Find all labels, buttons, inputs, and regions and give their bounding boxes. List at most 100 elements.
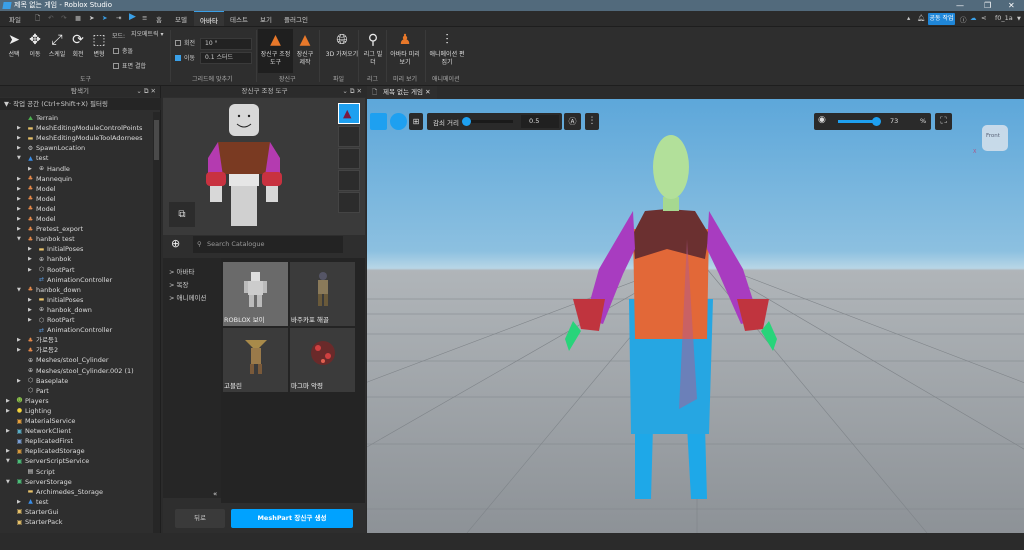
redo-icon[interactable]: ↷ bbox=[61, 14, 66, 22]
tree-item[interactable]: ▼ ▣ ServerScriptService bbox=[0, 456, 152, 466]
mode-dropdown[interactable]: 지오메트릭 ▾ bbox=[127, 30, 169, 42]
expand-arrow-icon[interactable]: ▶ bbox=[28, 265, 34, 275]
play-options-icon[interactable]: ≡ bbox=[142, 14, 147, 22]
new-file-icon[interactable]: 🗋 bbox=[35, 14, 40, 25]
tab-view[interactable]: 보기 bbox=[260, 14, 272, 24]
tree-item[interactable]: ⛰ Terrain bbox=[0, 113, 152, 123]
menu-file[interactable]: 파일 bbox=[9, 14, 21, 24]
undo-icon[interactable]: ↶ bbox=[48, 14, 53, 22]
tab-model[interactable]: 모델 bbox=[175, 14, 187, 24]
fullscreen-icon[interactable]: ⛶ bbox=[935, 113, 952, 130]
help-icon[interactable]: ⓘ bbox=[960, 14, 967, 24]
collapse-sidebar-button[interactable]: « bbox=[213, 490, 217, 498]
avatar-preview-button[interactable]: ♟ 아바타 미리 보기 bbox=[388, 32, 422, 67]
accessory-slot[interactable] bbox=[338, 192, 360, 213]
tree-item[interactable]: ▤ Script bbox=[0, 467, 152, 477]
create-accessory-button[interactable]: ▲ 장신구 제작 bbox=[295, 32, 315, 67]
tree-item[interactable]: ▶ ▣ ReplicatedStorage bbox=[0, 446, 152, 456]
category-clothing[interactable]: > 복장 bbox=[169, 279, 188, 289]
add-icon[interactable]: ⊕ bbox=[171, 237, 180, 250]
expand-arrow-icon[interactable]: ▶ bbox=[28, 254, 34, 264]
collapse-arrow-icon[interactable]: ▼ bbox=[17, 285, 23, 295]
transform-tool[interactable]: ⬚ 변형 bbox=[89, 32, 109, 59]
tree-item[interactable]: ▶ ⊕ hanbok bbox=[0, 254, 152, 264]
tab-plugins[interactable]: 플러그인 bbox=[284, 14, 308, 24]
expand-arrow-icon[interactable]: ▶ bbox=[17, 194, 23, 204]
accessory-slot-selected[interactable]: ▲ bbox=[338, 103, 360, 124]
collision-checkbox[interactable]: 충돌 bbox=[113, 48, 133, 56]
move-tool[interactable]: ✥ 이동 bbox=[25, 32, 45, 59]
accessory-slot[interactable] bbox=[338, 148, 360, 169]
tree-item[interactable]: ▣ MaterialService bbox=[0, 416, 152, 426]
tree-item[interactable]: ▶ ♣ Pretest_export bbox=[0, 224, 152, 234]
share-icon[interactable]: ⋖ bbox=[981, 14, 986, 22]
tab-avatar[interactable]: 아바타 bbox=[194, 11, 224, 26]
expand-arrow-icon[interactable]: ▶ bbox=[17, 497, 23, 507]
avatar-preview[interactable]: ▲ ⧉ bbox=[163, 98, 365, 235]
surface-join-checkbox[interactable]: 표면 결합 bbox=[113, 63, 146, 71]
expand-arrow-icon[interactable]: ▶ bbox=[6, 406, 12, 416]
menu-home[interactable]: 홈 bbox=[156, 14, 162, 24]
panel-controls-icon[interactable]: ⌄ ⧉ ✕ bbox=[136, 86, 156, 97]
tree-item[interactable]: ⊕ Meshes/stool_Cylinder.002 (1) bbox=[0, 366, 152, 376]
rig-builder-button[interactable]: ⚲ 리그 빌더 bbox=[362, 32, 384, 67]
tab-untitled-game[interactable]: 🗋 제목 없는 게임 ✕ bbox=[367, 86, 437, 99]
expand-arrow-icon[interactable]: ▶ bbox=[6, 446, 12, 456]
opacity-input[interactable]: 73 bbox=[890, 117, 898, 125]
scale-tool[interactable]: ⤢ 스케일 bbox=[45, 32, 69, 59]
rotate-snap-input[interactable]: 10 ° bbox=[200, 38, 252, 50]
tree-item[interactable]: ▶ ♣ Model bbox=[0, 184, 152, 194]
collapse-arrow-icon[interactable]: ▼ bbox=[6, 477, 12, 487]
close-tab-icon[interactable]: ✕ bbox=[425, 88, 430, 96]
accessory-slot[interactable] bbox=[338, 126, 360, 147]
move-snap-checkbox[interactable]: 이동 bbox=[175, 55, 195, 63]
tree-item[interactable]: ▶ ♣ Mannequin bbox=[0, 174, 152, 184]
expand-arrow-icon[interactable]: ▶ bbox=[17, 184, 23, 194]
stop-icon[interactable]: ■ bbox=[75, 14, 81, 22]
tree-item[interactable]: ▶ ▬ InitialPoses bbox=[0, 295, 152, 305]
close-button[interactable]: ✕ bbox=[1008, 0, 1015, 11]
category-avatar[interactable]: > 아바타 bbox=[169, 266, 194, 276]
tree-item[interactable]: ▶ ⬡ RootPart bbox=[0, 265, 152, 275]
tree-item[interactable]: ▶ ⚙ SpawnLocation bbox=[0, 143, 152, 153]
minimize-button[interactable]: — bbox=[956, 0, 964, 11]
expand-arrow-icon[interactable]: ▶ bbox=[17, 204, 23, 214]
cage-select-button[interactable] bbox=[390, 113, 407, 130]
expand-arrow-icon[interactable]: ▶ bbox=[6, 396, 12, 406]
tree-item[interactable]: ▼ ▣ ServerStorage bbox=[0, 477, 152, 487]
tree-item[interactable]: ▶ ♣ 가로등1 bbox=[0, 335, 152, 345]
accessory-slot[interactable] bbox=[338, 170, 360, 191]
user-menu[interactable]: f0_1a bbox=[995, 14, 1013, 22]
expand-arrow-icon[interactable]: ▶ bbox=[28, 305, 34, 315]
eye-icon[interactable]: ◉ bbox=[818, 115, 826, 125]
reset-cage-button[interactable]: ⊞ bbox=[409, 113, 423, 130]
box-select-button[interactable] bbox=[370, 113, 387, 130]
move-snap-input[interactable]: 0.1 스터드 bbox=[200, 52, 252, 64]
cage-distance-input[interactable]: 0.5 bbox=[521, 115, 559, 128]
tree-item[interactable]: ▼ ♣ hanbok test bbox=[0, 234, 152, 244]
user-dropdown-icon[interactable]: ▼ bbox=[1017, 16, 1021, 22]
panel-controls-icon[interactable]: ⌄ ⧉ ✕ bbox=[342, 86, 362, 97]
tree-item[interactable]: ▶ ▬ InitialPoses bbox=[0, 244, 152, 254]
tree-item[interactable]: ▶ ♣ Model bbox=[0, 204, 152, 214]
rotate-snap-checkbox[interactable]: 회전 bbox=[175, 40, 195, 48]
import-3d-button[interactable]: 🌐︎ 3D 가져오기 bbox=[322, 32, 362, 59]
tree-item[interactable]: ⊕ Meshes/stool_Cylinder bbox=[0, 355, 152, 365]
tree-item[interactable]: ▶ ▲ test bbox=[0, 497, 152, 507]
catalogue-card[interactable]: ROBLOX 보이 bbox=[223, 262, 288, 326]
expand-arrow-icon[interactable]: ▶ bbox=[28, 315, 34, 325]
tree-item[interactable]: ⬡ Part bbox=[0, 386, 152, 396]
play-here-icon[interactable]: ➤ bbox=[89, 14, 94, 22]
open-external-icon[interactable]: ⧉ bbox=[169, 202, 195, 227]
tree-item[interactable]: ▶ ♣ 가로등2 bbox=[0, 345, 152, 355]
restore-button[interactable]: ❐ bbox=[984, 0, 991, 11]
expand-arrow-icon[interactable]: ▶ bbox=[6, 426, 12, 436]
expand-arrow-icon[interactable]: ▶ bbox=[17, 133, 23, 143]
notification-bell-icon[interactable]: 🔔︎ bbox=[917, 14, 925, 22]
view-cube[interactable]: Front bbox=[982, 125, 1008, 151]
collapse-arrow-icon[interactable]: ▼ bbox=[6, 456, 12, 466]
expand-arrow-icon[interactable]: ▶ bbox=[17, 335, 23, 345]
tree-item[interactable]: ▶ ⬡ Baseplate bbox=[0, 376, 152, 386]
catalogue-card[interactable]: 바주카포 해골 bbox=[290, 262, 355, 326]
expand-arrow-icon[interactable]: ▶ bbox=[17, 214, 23, 224]
